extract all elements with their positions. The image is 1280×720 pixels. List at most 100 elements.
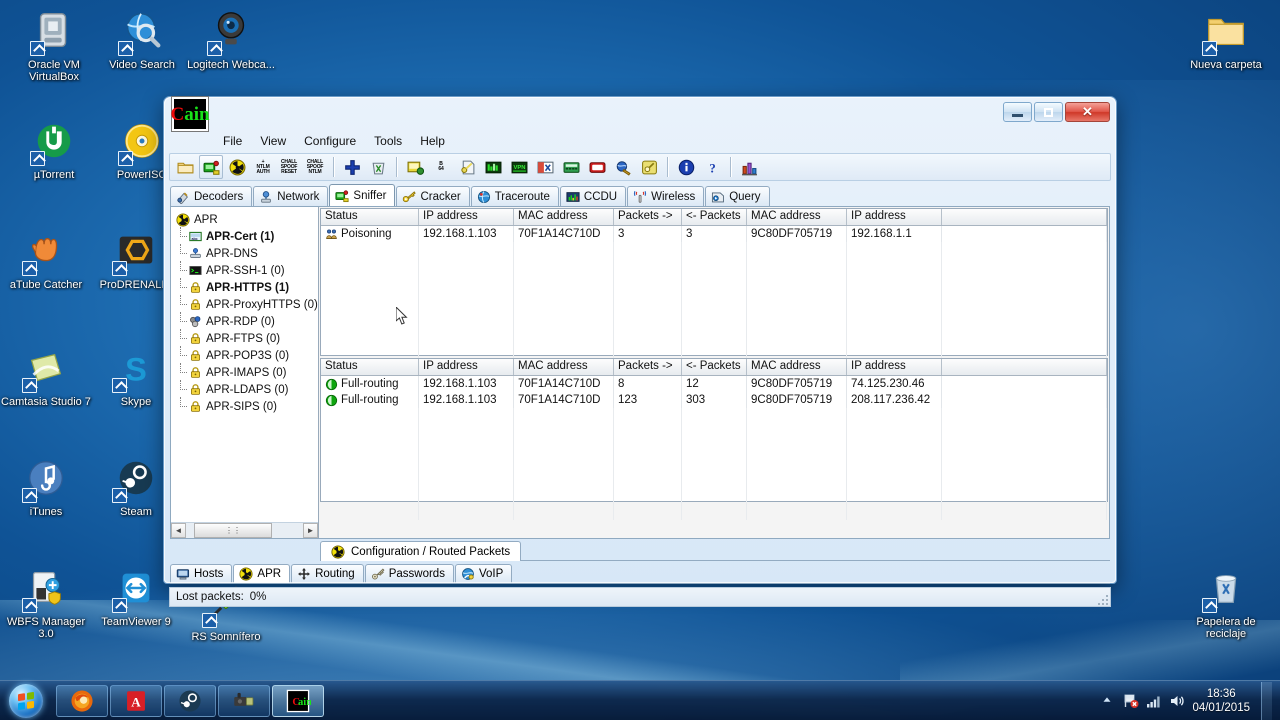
access-db-icon[interactable]	[481, 155, 505, 179]
inner-tab-bar[interactable]: Configuration / Routed Packets	[170, 541, 1110, 561]
scroll-thumb[interactable]: ⋮⋮	[194, 523, 272, 538]
desktop-icon-wbfs[interactable]: WBFS Manager 3.0	[0, 565, 92, 640]
desktop-icon-globe-search[interactable]: Video Search	[96, 8, 188, 71]
taskbar-clock[interactable]: 18:36 04/01/2015	[1192, 687, 1250, 715]
window-titlebar[interactable]: Cain ✕	[166, 97, 1114, 131]
routing-grid-header-cell[interactable]: <- Packets	[682, 359, 747, 375]
poisoning-grid-header-cell[interactable]: IP address	[847, 209, 942, 225]
poisoning-grid-header-cell[interactable]: Status	[321, 209, 419, 225]
desktop-icon-folder[interactable]: Nueva carpeta	[1180, 8, 1272, 71]
rsa-securid-icon[interactable]	[533, 155, 557, 179]
menu-item-help[interactable]: Help	[411, 132, 454, 150]
desktop-icon-camtasia[interactable]: Camtasia Studio 7	[0, 345, 92, 408]
show-desktop-button[interactable]	[1261, 682, 1272, 720]
start-button[interactable]	[2, 683, 50, 719]
tree-node-apr-ssh-1[interactable]: APR-SSH-1 (0)	[175, 261, 318, 279]
taskbar-firefox[interactable]	[56, 684, 108, 717]
system-tray[interactable]: 18:36 04/01/2015	[1100, 681, 1280, 720]
about-icon[interactable]	[674, 155, 698, 179]
help-icon[interactable]: ?	[700, 155, 724, 179]
signal-bars-icon[interactable]	[1146, 693, 1162, 709]
hash-calculator-icon[interactable]	[559, 155, 583, 179]
apr-tree[interactable]: APR abc APR-Cert (1) APR-DNS APR-SSH-1 (0) AP…	[171, 207, 318, 522]
tree-node-apr-proxyhttps[interactable]: APR-ProxyHTTPS (0)	[175, 295, 318, 313]
add-to-list-icon[interactable]	[340, 155, 364, 179]
tree-node-apr-sips[interactable]: APR-SIPS (0)	[175, 397, 318, 415]
tab-query[interactable]: Query	[705, 186, 770, 206]
volume-icon[interactable]	[1169, 693, 1185, 709]
poisoning-grid[interactable]: Status IP address MAC address Packets -> <- …	[320, 208, 1108, 370]
routing-grid-header-cell[interactable]: Status	[321, 359, 419, 375]
taskbar-buttons[interactable]: A Cain	[56, 684, 324, 717]
routing-grid[interactable]: Status IP address MAC address Packets -> <- …	[320, 358, 1108, 520]
poisoning-grid-header-cell[interactable]: MAC address	[747, 209, 847, 225]
tree-node-apr-pop3s[interactable]: APR-POP3S (0)	[175, 346, 318, 364]
poisoning-grid-body[interactable]: Poisoning 192.168.1.103 70F1A14C710D 3 3 9C80…	[321, 226, 1107, 370]
tree-horizontal-scrollbar[interactable]: ◄ ⋮⋮ ►	[171, 522, 318, 538]
close-button[interactable]: ✕	[1065, 102, 1110, 122]
tree-node-apr-root[interactable]: APR	[175, 211, 318, 228]
taskbar-adobe-reader[interactable]: A	[110, 684, 162, 717]
poisoning-grid-header-cell[interactable]: IP address	[419, 209, 514, 225]
network-enum-icon[interactable]	[403, 155, 427, 179]
toolbar[interactable]: + NTLM AUTH CHALL SPOOF RESET CHALL SPOOF NTLM B 6…	[169, 153, 1111, 181]
desktop-icon-utorrent[interactable]: µTorrent	[8, 118, 100, 181]
menu-item-tools[interactable]: Tools	[365, 132, 411, 150]
menu-bar[interactable]: File View Configure Tools Help	[166, 131, 1114, 151]
base64-decoder-icon[interactable]: B 64	[429, 155, 453, 179]
tab-ccdu[interactable]: CCDU	[559, 186, 627, 206]
taskbar-cain[interactable]: Cain	[272, 684, 324, 717]
menu-item-view[interactable]: View	[251, 132, 295, 150]
menu-item-file[interactable]: File	[214, 132, 251, 150]
desktop-icon-recycle-bin[interactable]: Papelera de reciclaje	[1180, 565, 1272, 640]
taskbar-camera[interactable]	[218, 684, 270, 717]
statistics-icon[interactable]	[737, 155, 761, 179]
main-tab-bar[interactable]: Decoders Network Sniffer Cracker Traceroute C…	[170, 184, 1110, 207]
tab-cracker[interactable]: Cracker	[396, 186, 470, 206]
poisoning-grid-header-cell[interactable]: <- Packets	[682, 209, 747, 225]
chall-spoof-reset-icon[interactable]: CHALL SPOOF RESET	[277, 155, 301, 179]
certificate-collector-icon[interactable]	[611, 155, 635, 179]
poisoning-grid-header-cell[interactable]: MAC address	[514, 209, 614, 225]
routing-grid-header-cell[interactable]: IP address	[847, 359, 942, 375]
open-file-icon[interactable]	[173, 155, 197, 179]
show-hidden-icons-arrow[interactable]	[1100, 693, 1116, 709]
window-controls[interactable]: ✕	[1003, 102, 1110, 122]
table-row[interactable]: Full-routing 192.168.1.103 70F1A14C710D 8 12…	[321, 376, 1107, 392]
bottom-tab-routing[interactable]: Routing	[291, 564, 364, 583]
vnc-password-icon[interactable]: VPN	[507, 155, 531, 179]
tree-node-apr-imaps[interactable]: APR-IMAPS (0)	[175, 363, 318, 381]
bottom-tab-voip[interactable]: VoIP	[454, 564, 513, 583]
scroll-right-arrow-icon[interactable]: ►	[303, 523, 318, 538]
bottom-tab-passwords[interactable]: Passwords	[364, 564, 454, 583]
poisoning-grid-header[interactable]: Status IP address MAC address Packets -> <- …	[321, 209, 1107, 226]
tree-node-apr-https[interactable]: APR-HTTPS (1)	[175, 278, 318, 296]
tab-sniffer[interactable]: Sniffer	[329, 184, 396, 206]
tree-node-apr-rdp[interactable]: APR-RDP (0)	[175, 312, 318, 330]
desktop-icon-glove[interactable]: aTube Catcher	[0, 228, 92, 291]
apr-tree-pane[interactable]: APR abc APR-Cert (1) APR-DNS APR-SSH-1 (0) AP…	[171, 207, 319, 538]
taskbar-steam[interactable]	[164, 684, 216, 717]
tab-network[interactable]: Network	[253, 186, 329, 206]
poisoning-grid-header-cell[interactable]: Packets ->	[614, 209, 682, 225]
scroll-left-arrow-icon[interactable]: ◄	[171, 523, 186, 538]
wireless-zero-icon[interactable]	[585, 155, 609, 179]
routing-grid-body[interactable]: Full-routing 192.168.1.103 70F1A14C710D 8 12…	[321, 376, 1107, 520]
poisoning-grid-header-cell[interactable]	[942, 209, 1107, 225]
tree-node-apr-ftps[interactable]: APR-FTPS (0)	[175, 329, 318, 347]
maximize-button[interactable]	[1034, 102, 1063, 122]
table-row[interactable]: Poisoning 192.168.1.103 70F1A14C710D 3 3 9C80…	[321, 226, 1107, 242]
table-row[interactable]: Full-routing 192.168.1.103 70F1A14C710D 123…	[321, 392, 1107, 408]
chall-spoof-ntlm-icon[interactable]: CHALL SPOOF NTLM	[303, 155, 327, 179]
resize-grip[interactable]	[1096, 593, 1108, 605]
bottom-tab-hosts[interactable]: Hosts	[170, 564, 233, 583]
start-stop-sniffer-icon[interactable]	[199, 155, 223, 179]
delete-icon[interactable]	[366, 155, 390, 179]
routing-grid-header-cell[interactable]: IP address	[419, 359, 514, 375]
mac-scanner-icon[interactable]	[637, 155, 661, 179]
network-flag-icon[interactable]	[1123, 693, 1139, 709]
menu-item-configure[interactable]: Configure	[295, 132, 365, 150]
desktop-icon-virtualbox[interactable]: Oracle VM VirtualBox	[8, 8, 100, 83]
bottom-tab-bar[interactable]: Hosts APR Routing Passwords VoIP	[170, 564, 1110, 584]
routing-grid-header-cell[interactable]: Packets ->	[614, 359, 682, 375]
